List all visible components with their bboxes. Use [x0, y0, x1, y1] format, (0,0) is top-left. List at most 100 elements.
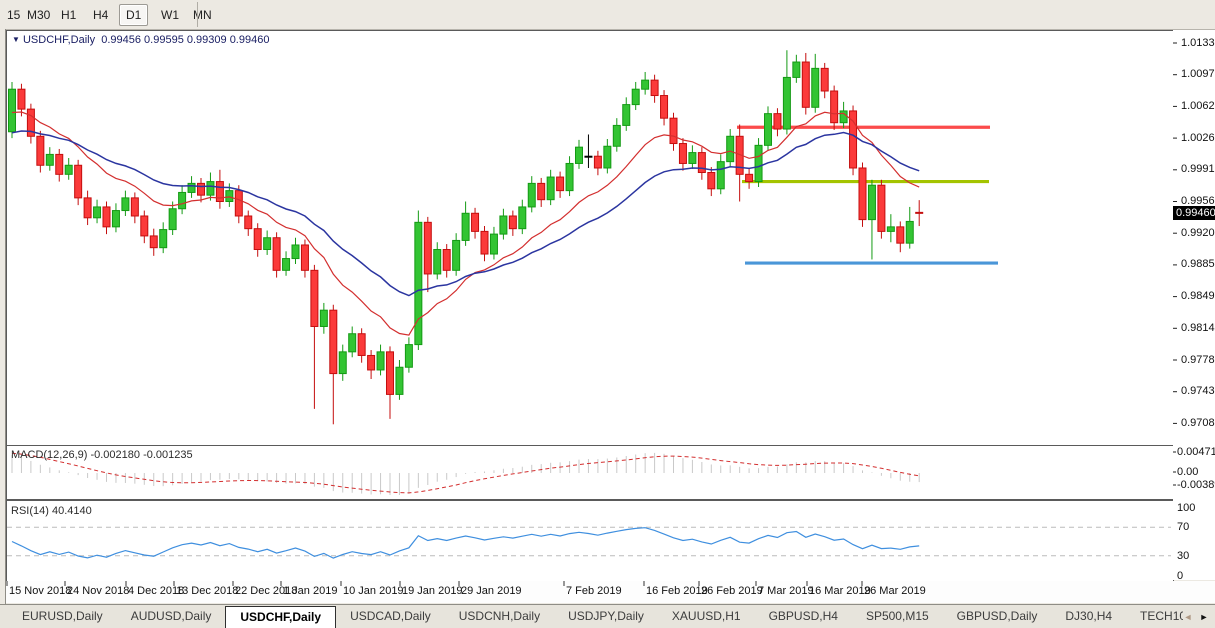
candle-body	[868, 185, 875, 219]
candle-body	[9, 89, 16, 132]
candle-body	[793, 62, 800, 77]
candle-body	[519, 207, 526, 229]
candle-body	[443, 249, 450, 270]
price-tick-label: 1.01330	[1181, 37, 1215, 49]
candle-body	[632, 89, 639, 104]
candle-body	[264, 238, 271, 250]
candle-body	[538, 183, 545, 199]
candle-body	[594, 156, 601, 168]
symbol-tab-xauusd[interactable]: XAUUSD,H1	[658, 605, 755, 628]
candle-body	[831, 91, 838, 123]
candle-body	[122, 198, 129, 211]
candle-body	[434, 249, 441, 273]
candle-body	[349, 334, 356, 352]
candle-body	[396, 367, 403, 394]
candle-body	[755, 145, 762, 181]
candle-body	[112, 211, 119, 227]
candle-body	[160, 230, 167, 248]
candle-body	[613, 125, 620, 146]
candle-body	[765, 114, 772, 146]
candle-body	[188, 183, 195, 192]
candle-body	[812, 68, 819, 107]
candle-body	[358, 334, 365, 356]
candle-body	[46, 154, 53, 165]
candle-body	[547, 177, 554, 200]
candle-body	[642, 80, 649, 89]
candle-body	[84, 198, 91, 218]
candle-body	[377, 352, 384, 370]
price-tick-label: 0.99910	[1181, 163, 1215, 175]
symbol-tab-usdcad[interactable]: USDCAD,Daily	[336, 605, 445, 628]
candle-body	[840, 111, 847, 123]
candle-body	[878, 185, 885, 231]
tabs-scroll-left-icon[interactable]: ◄	[1183, 611, 1193, 623]
macd-tick-label: 0.00	[1177, 466, 1198, 478]
price-tick-label: 0.99200	[1181, 227, 1215, 239]
candle-body	[906, 221, 913, 243]
candle-body	[698, 153, 705, 173]
candle-body	[56, 154, 63, 174]
price-tick-label: 0.97780	[1181, 354, 1215, 366]
candle-body	[37, 136, 44, 165]
symbol-tab-usdcnh[interactable]: USDCNH,Daily	[445, 605, 554, 628]
tabs-scroll-right-icon[interactable]: ►	[1199, 611, 1209, 623]
rsi-tick-label: 70	[1177, 521, 1189, 533]
symbol-tab-audusd[interactable]: AUDUSD,Daily	[117, 605, 226, 628]
candle-body	[566, 163, 573, 190]
symbol-tab-dj30[interactable]: DJ30,H4	[1051, 605, 1126, 628]
symbol-tab-usdchf[interactable]: USDCHF,Daily	[225, 606, 336, 628]
rsi-indicator-label: RSI(14) 40.4140	[11, 505, 92, 517]
candle-body	[802, 62, 809, 107]
symbol-tab-usdjpy[interactable]: USDJPY,Daily	[554, 605, 658, 628]
candle-body	[65, 165, 72, 174]
candle-body	[226, 191, 233, 202]
candle-body	[481, 231, 488, 254]
price-tick-label: 0.98850	[1181, 258, 1215, 270]
candle-body	[245, 216, 252, 229]
candle-body	[273, 238, 280, 271]
candle-body	[585, 156, 592, 157]
rsi-line	[12, 528, 919, 558]
price-tick-label: 1.00260	[1181, 132, 1215, 144]
candle-body	[509, 216, 516, 229]
candle-body	[821, 68, 828, 91]
candle-body	[623, 105, 630, 126]
candle-body	[387, 352, 394, 395]
candle-body	[75, 165, 82, 198]
candle-body	[320, 310, 327, 326]
candle-body	[94, 207, 101, 218]
candle-body	[661, 96, 668, 119]
symbol-tab-tech100[interactable]: TECH100,H1	[1126, 605, 1183, 628]
symbol-tab-gbpusd[interactable]: GBPUSD,Daily	[943, 605, 1052, 628]
candle-body	[689, 153, 696, 164]
candle-body	[131, 198, 138, 216]
symbol-tab-sp500[interactable]: SP500,M15	[852, 605, 943, 628]
chart-dropdown-icon[interactable]: ▼	[12, 35, 20, 44]
symbol-tab-eurusd[interactable]: EURUSD,Daily	[8, 605, 117, 628]
mt4-terminal: 15M30H1H4D1W1MN 15 Nov 201824 Nov 20184 …	[0, 0, 1215, 628]
candle-body	[717, 162, 724, 189]
candle-body	[254, 229, 261, 250]
candle-body	[424, 222, 431, 274]
candle-body	[651, 80, 658, 95]
chart-symbol-label: USDCHF,Daily	[23, 34, 95, 46]
candle-body	[887, 227, 894, 232]
candle-body	[679, 144, 686, 164]
candle-body	[150, 236, 157, 248]
candle-body	[897, 227, 904, 243]
price-tick-label: 0.99560	[1181, 195, 1215, 207]
candle-body	[169, 209, 176, 230]
candle-body	[462, 213, 469, 240]
current-price-badge: 0.99460	[1173, 206, 1215, 220]
candle-body	[472, 213, 479, 231]
price-tick-label: 0.97430	[1181, 385, 1215, 397]
price-tick-label: 0.98490	[1181, 290, 1215, 302]
symbol-tab-gbpusd[interactable]: GBPUSD,H4	[755, 605, 852, 628]
price-tick-label: 1.00970	[1181, 68, 1215, 80]
candle-body	[235, 191, 242, 216]
candle-body	[198, 183, 205, 195]
candle-body	[18, 89, 25, 109]
rsi-tick-label: 0	[1177, 570, 1183, 582]
candle-body	[415, 222, 422, 344]
macd-indicator-label: MACD(12,26,9) -0.002180 -0.001235	[11, 449, 193, 461]
